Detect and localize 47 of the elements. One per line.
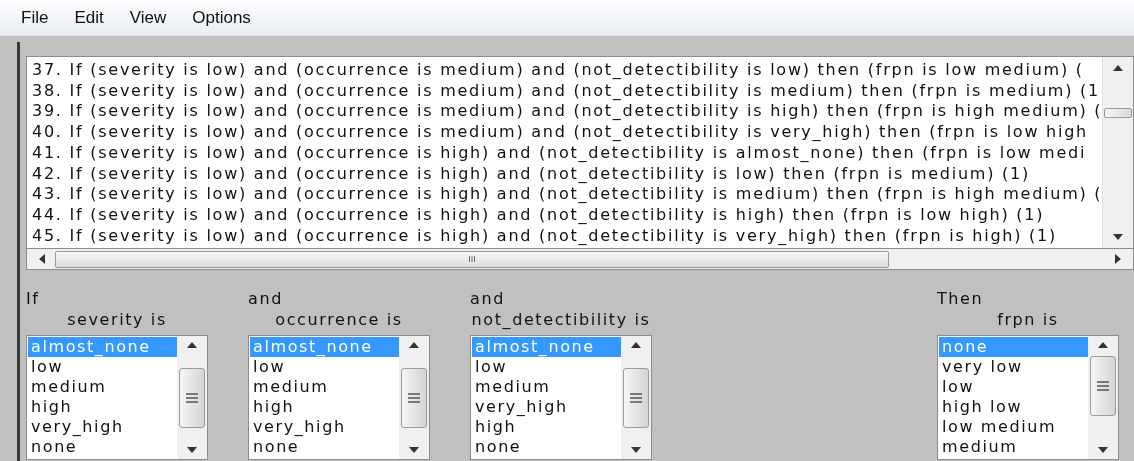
rule-line[interactable]: 38. If (severity is low) and (occurrence is medium) and (not_detectibility is medium) then (frpn is medium) (1 <box>32 80 1102 102</box>
list-item[interactable]: low <box>250 357 399 377</box>
list-item[interactable]: low <box>939 377 1088 397</box>
rule-line[interactable]: 39. If (severity is low) and (occurrence is medium) and (not_detectibility is high) then (frpn is high medium) ( <box>32 101 1102 123</box>
rule-line[interactable]: 41. If (severity is low) and (occurrence is high) and (not_detectibility is almost_none) then (frpn is low medi <box>32 142 1102 164</box>
horizontal-scrollbar[interactable]: III <box>26 249 1134 270</box>
list-item[interactable]: high <box>28 397 177 417</box>
list-item[interactable]: very low <box>939 357 1088 377</box>
list-item[interactable]: medium <box>939 437 1088 457</box>
rule-line[interactable]: 43. If (severity is low) and (occurrence is high) and (not_detectibility is medium) then (frpn is high medium) ( <box>32 184 1102 205</box>
list-item[interactable]: medium <box>250 377 399 397</box>
list-item[interactable]: very_high <box>472 397 621 417</box>
list-item[interactable]: low <box>28 357 177 377</box>
rule-line[interactable]: 45. If (severity is low) and (occurrence is high) and (not_detectibility is very_high) then (frpn is high) (1) <box>32 225 1102 247</box>
term-listbox[interactable]: almost_none low medium very_high high none <box>470 335 652 460</box>
variable-label: severity is <box>67 309 167 330</box>
menu-item[interactable]: View <box>116 7 180 28</box>
rule-line[interactable]: 37. If (severity is low) and (occurrence is medium) and (not_detectibility is low) then (frpn is low medium) ( <box>32 60 1102 81</box>
list-item[interactable]: very_high <box>28 417 177 437</box>
list-item[interactable]: high <box>250 397 399 417</box>
menu-item[interactable]: File <box>8 7 62 28</box>
connector-label: and <box>248 288 283 309</box>
rule-line[interactable]: 42. If (severity is low) and (occurrence is high) and (not_detectibility is low) then (frpn is medium) (1) <box>32 163 1102 185</box>
rule-line[interactable]: 44. If (severity is low) and (occurrence is high) and (not_detectibility is high) then (frpn is low high) (1) <box>32 204 1102 226</box>
connector-label: If <box>26 288 40 309</box>
scroll-thumb[interactable]: III <box>55 250 889 268</box>
list-item[interactable]: low <box>472 357 621 377</box>
list-item[interactable]: none <box>250 437 399 457</box>
connector-label: and <box>470 288 505 309</box>
list-item[interactable]: medium <box>28 377 177 397</box>
variable-label: not_detectibility is <box>471 309 651 330</box>
list-item[interactable]: low medium <box>939 417 1088 437</box>
list-item[interactable]: medium <box>472 377 621 397</box>
term-listbox[interactable]: none very low low high low low medium medium <box>937 335 1119 460</box>
menu-item[interactable]: Options <box>179 7 264 28</box>
list-item[interactable]: high <box>472 417 621 437</box>
term-listbox[interactable]: almost_none low medium high very_high none <box>248 335 430 460</box>
list-item[interactable]: high low <box>939 397 1088 417</box>
connector-label: Then <box>937 288 984 309</box>
variable-label: occurrence is <box>275 309 403 330</box>
rule-line[interactable]: 40. If (severity is low) and (occurrence is medium) and (not_detectibility is very_high) then (frpn is low high <box>32 122 1102 143</box>
list-item[interactable]: none <box>472 437 621 457</box>
term-listbox[interactable]: almost_none low medium high very_high none <box>26 335 208 460</box>
menu-item[interactable]: Edit <box>61 7 117 28</box>
list-item[interactable]: none <box>28 437 177 457</box>
list-item[interactable]: very_high <box>250 417 399 437</box>
variable-label: frpn is <box>997 309 1059 330</box>
